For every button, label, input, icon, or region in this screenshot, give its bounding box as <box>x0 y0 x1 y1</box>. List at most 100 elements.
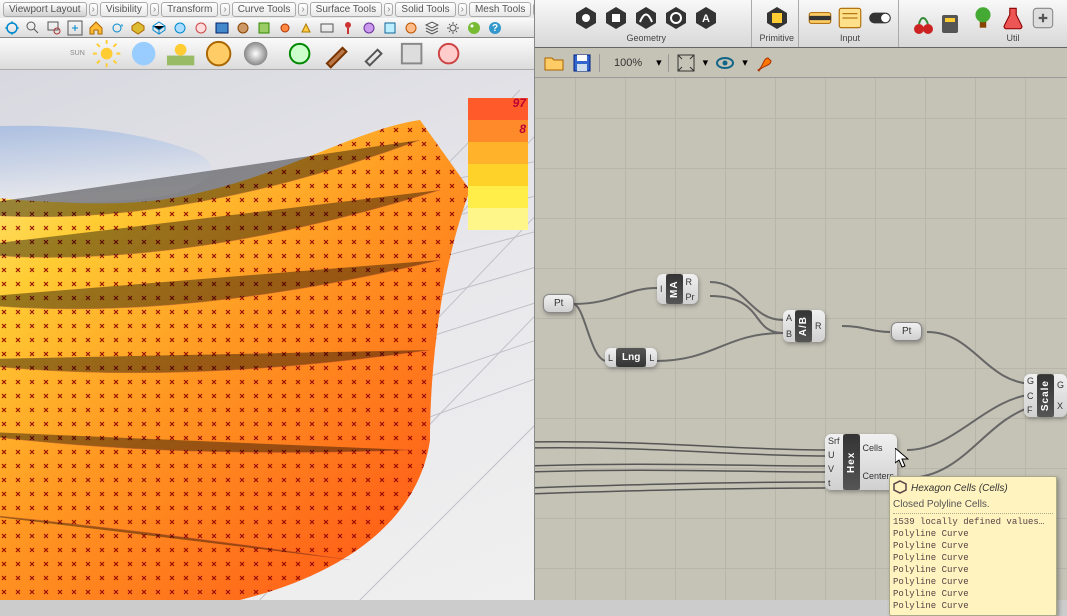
node-division[interactable]: AB A/B R <box>783 310 825 342</box>
misc-icon[interactable] <box>382 20 398 36</box>
gh-canvas[interactable]: Pt I MA RPr L Lng L AB A/B R Pt Srf U V <box>535 78 1067 600</box>
misc-icon[interactable] <box>319 20 335 36</box>
gh-cat-label: Geometry <box>626 33 666 43</box>
misc-icon[interactable] <box>298 20 314 36</box>
node-scale[interactable]: G C F Scale G X <box>1024 374 1067 417</box>
misc-icon[interactable] <box>396 38 427 69</box>
gh-toggle-icon[interactable] <box>866 4 894 32</box>
port-in[interactable]: C <box>1027 391 1034 401</box>
wireframe-icon[interactable] <box>151 20 167 36</box>
rhino-viewport[interactable]: 97 8 <box>0 70 534 600</box>
layers-icon[interactable] <box>424 20 440 36</box>
port-out[interactable]: G <box>1057 380 1064 390</box>
rhino-render-row: SUN <box>0 38 534 70</box>
port-in[interactable]: Srf <box>828 436 840 446</box>
misc-icon[interactable] <box>361 20 377 36</box>
port-in[interactable]: V <box>828 464 840 474</box>
misc-icon[interactable] <box>433 38 464 69</box>
gh-tree-icon[interactable] <box>969 4 997 32</box>
port-in[interactable]: F <box>1027 405 1034 415</box>
sketch-icon[interactable] <box>754 52 776 74</box>
home-icon[interactable] <box>88 20 104 36</box>
misc-icon[interactable] <box>277 20 293 36</box>
grasshopper-pane: A Geometry Primitive Input <box>535 0 1067 600</box>
settings-icon[interactable] <box>445 20 461 36</box>
port-in[interactable]: G <box>1027 376 1034 386</box>
gh-overflow-icon[interactable] <box>1029 4 1057 32</box>
port-out[interactable]: Pr <box>686 292 695 302</box>
misc-icon[interactable] <box>403 20 419 36</box>
sky-icon[interactable] <box>128 38 159 69</box>
grasshopper-icon[interactable] <box>466 20 482 36</box>
tab-viewport-layout[interactable]: Viewport Layout <box>3 2 87 17</box>
tooltip-item: Polyline Curve <box>893 576 1053 588</box>
ground-icon[interactable] <box>165 38 196 69</box>
gh-comp-icon[interactable] <box>938 9 962 39</box>
port-in[interactable]: B <box>786 329 792 339</box>
misc-icon[interactable] <box>235 20 251 36</box>
tooltip-count: 1539 locally defined values… <box>893 516 1053 528</box>
node-list-length[interactable]: L Lng L <box>605 348 657 367</box>
gh-cat-label: Primitive <box>759 33 794 43</box>
gh-comp-icon[interactable] <box>662 4 690 32</box>
gh-flask-icon[interactable] <box>999 4 1027 32</box>
port-out[interactable]: L <box>649 353 654 363</box>
render-icon[interactable] <box>284 38 315 69</box>
gh-cat-util: Util <box>965 0 1061 47</box>
port-in[interactable]: A <box>786 313 792 323</box>
gh-panel-icon[interactable] <box>836 4 864 32</box>
gh-cat-label: Input <box>840 33 860 43</box>
zoom-fit-icon[interactable] <box>675 52 697 74</box>
node-hexagon-cells[interactable]: Srf U V t Hex Cells Centers <box>825 434 897 490</box>
tab-transform[interactable]: Transform <box>161 2 218 17</box>
param-point[interactable]: Pt <box>543 294 574 313</box>
port-out[interactable]: X <box>1057 401 1064 411</box>
tooltip-item: Polyline Curve <box>893 528 1053 540</box>
xray-icon[interactable] <box>193 20 209 36</box>
port-out-cells[interactable]: Cells <box>863 443 895 453</box>
node-label: Lng <box>616 348 646 367</box>
port-in[interactable]: L <box>608 353 613 363</box>
pin-icon[interactable] <box>340 20 356 36</box>
gh-slider-icon[interactable] <box>806 4 834 32</box>
zoom-extents-icon[interactable] <box>67 20 83 36</box>
port-out[interactable]: R <box>686 277 695 287</box>
render-icon[interactable] <box>214 20 230 36</box>
gh-comp-icon[interactable] <box>602 4 630 32</box>
help-icon[interactable]: ? <box>487 20 503 36</box>
tab-solid-tools[interactable]: Solid Tools <box>395 2 455 17</box>
zoom-window-icon[interactable] <box>46 20 62 36</box>
gh-comp-icon[interactable] <box>632 4 660 32</box>
zoom-icon[interactable] <box>25 20 41 36</box>
shade-icon[interactable] <box>130 20 146 36</box>
ghosted-icon[interactable] <box>172 20 188 36</box>
preview-icon[interactable] <box>714 52 736 74</box>
port-in[interactable]: U <box>828 450 840 460</box>
save-icon[interactable] <box>571 52 593 74</box>
gh-comp-icon[interactable] <box>763 4 791 32</box>
environment-icon[interactable] <box>203 38 234 69</box>
tab-visibility[interactable]: Visibility <box>100 2 148 17</box>
open-icon[interactable] <box>543 52 565 74</box>
dropper-icon[interactable] <box>358 38 389 69</box>
pan-icon[interactable] <box>4 20 20 36</box>
material-icon[interactable] <box>240 38 271 69</box>
gh-comp-icon[interactable]: A <box>692 4 720 32</box>
gh-cherry-icon[interactable] <box>911 9 935 39</box>
misc-icon[interactable] <box>256 20 272 36</box>
port-in[interactable]: t <box>828 478 840 488</box>
node-mass-addition[interactable]: I MA RPr <box>657 274 698 304</box>
param-point[interactable]: Pt <box>891 322 922 341</box>
tab-arrow-icon: › <box>458 3 467 16</box>
sun-icon[interactable] <box>91 38 122 69</box>
paint-icon[interactable] <box>321 38 352 69</box>
tab-surface-tools[interactable]: Surface Tools <box>310 2 382 17</box>
gh-comp-icon[interactable] <box>572 4 600 32</box>
port-in[interactable]: I <box>660 284 663 294</box>
zoom-level[interactable]: 100% <box>606 57 650 69</box>
tab-curve-tools[interactable]: Curve Tools <box>232 2 297 17</box>
rotate-icon[interactable] <box>109 20 125 36</box>
port-out[interactable]: R <box>815 321 822 331</box>
tab-mesh-tools[interactable]: Mesh Tools <box>469 2 531 17</box>
gh-cat-label: Util <box>1007 33 1020 43</box>
